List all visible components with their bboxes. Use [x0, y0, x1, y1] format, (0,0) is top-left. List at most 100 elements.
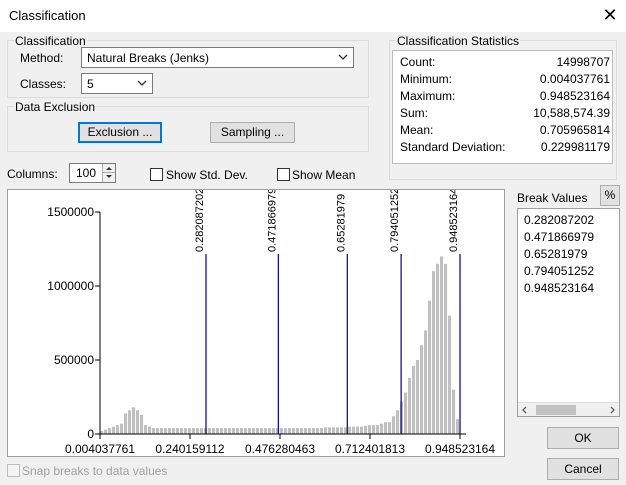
scroll-right-icon[interactable]: [605, 403, 619, 417]
y-tick-label: 500000: [54, 353, 94, 367]
histogram-bar: [248, 428, 252, 434]
x-tick-label: 0.476280463: [245, 442, 315, 456]
histogram-bar: [168, 428, 172, 434]
stat-row-sum: Sum: 10,588,574.39: [400, 106, 610, 122]
break-value-item[interactable]: 0.471866979: [524, 230, 594, 244]
chevron-down-icon: [338, 54, 348, 60]
histogram-bar: [216, 428, 220, 434]
stat-row-count: Count: 14998707: [400, 55, 610, 71]
histogram-bar: [364, 425, 368, 434]
chevron-down-icon: [137, 80, 147, 86]
histogram-bar: [376, 425, 380, 434]
histogram-bar: [116, 425, 120, 434]
break-line-label: 0.794051252: [389, 190, 401, 252]
columns-spinner[interactable]: 100: [69, 163, 116, 183]
histogram-plot[interactable]: 1500000 1000000 500000 0 0.004037761 0.240159…: [7, 189, 505, 457]
histogram-bar: [268, 428, 272, 434]
histogram-bar: [280, 428, 284, 434]
histogram-bar: [224, 428, 228, 434]
break-value-item[interactable]: 0.948523164: [524, 281, 594, 295]
histogram-bar: [304, 428, 308, 434]
histogram-bar: [264, 428, 268, 434]
histogram-bar: [456, 419, 460, 434]
histogram-bar: [424, 330, 428, 434]
scrollbar-thumb[interactable]: [536, 405, 576, 415]
break-values-list[interactable]: 0.282087202 0.471866979 0.65281979 0.794…: [517, 208, 620, 417]
stat-value: 14998707: [556, 55, 610, 69]
histogram-bar: [220, 428, 224, 434]
classes-select[interactable]: 5: [81, 73, 153, 94]
columns-value: 100: [76, 166, 97, 180]
histogram-bar: [284, 428, 288, 434]
histogram-bar: [324, 427, 328, 434]
stat-value: 0.948523164: [539, 89, 610, 103]
method-select[interactable]: Natural Breaks (Jenks): [81, 47, 354, 68]
horizontal-scrollbar[interactable]: [518, 402, 619, 416]
stat-key: Standard Deviation:: [400, 140, 506, 154]
break-value-item[interactable]: 0.282087202: [524, 213, 594, 227]
histogram-bar: [308, 428, 312, 434]
histogram-bar: [404, 392, 408, 434]
title-bar: [0, 0, 626, 32]
stat-key: Maximum:: [400, 89, 456, 103]
histogram-bar: [176, 428, 180, 434]
histogram-bar: [408, 377, 412, 434]
method-value: Natural Breaks (Jenks): [87, 51, 210, 65]
y-tick-label: 0: [87, 427, 94, 441]
histogram-bar: [396, 410, 400, 434]
method-label: Method:: [20, 51, 64, 65]
histogram-bar: [440, 256, 444, 434]
histogram-bar: [144, 425, 148, 434]
histogram-bar: [412, 365, 416, 434]
classification-group-label: Classification: [14, 34, 87, 48]
break-line-label: 0.282087202: [194, 190, 206, 252]
ok-button[interactable]: OK: [547, 427, 619, 449]
show-mean-checkbox[interactable]: [277, 168, 290, 181]
histogram-bar: [172, 428, 176, 434]
x-tick-label: 0.004037761: [65, 442, 135, 456]
sampling-button[interactable]: Sampling ...: [210, 122, 295, 143]
stat-row-std-dev: Standard Deviation: 0.229981179: [400, 140, 610, 156]
spin-up-button[interactable]: [102, 164, 115, 173]
histogram-bar: [120, 423, 124, 434]
histogram-bar: [320, 428, 324, 434]
histogram-bar: [372, 425, 376, 434]
histogram-bar: [196, 428, 200, 434]
histogram-bar: [328, 427, 332, 434]
break-line-label: 0.471866979: [266, 190, 278, 252]
histogram-bar: [108, 428, 112, 434]
cancel-button[interactable]: Cancel: [547, 458, 619, 480]
stat-row-mean: Mean: 0.705965814: [400, 123, 610, 139]
histogram-bar: [188, 428, 192, 434]
break-line-label: 0.948523164: [448, 190, 460, 252]
classes-value: 5: [87, 77, 94, 91]
stat-key: Count:: [400, 55, 436, 69]
scroll-left-icon[interactable]: [518, 403, 532, 417]
close-icon[interactable]: ✕: [600, 4, 620, 26]
histogram-bar: [152, 428, 156, 434]
stat-key: Mean:: [400, 123, 434, 137]
histogram-bar: [340, 427, 344, 434]
histogram-bar: [104, 429, 108, 434]
percent-button[interactable]: %: [600, 185, 620, 206]
histogram-bar: [316, 428, 320, 434]
exclusion-button[interactable]: Exclusion ...: [78, 122, 162, 143]
show-std-dev-checkbox[interactable]: [150, 168, 163, 181]
data-exclusion-group-label: Data Exclusion: [14, 100, 97, 114]
histogram-bar: [272, 428, 276, 434]
stat-key: Minimum:: [400, 72, 453, 86]
histogram-bar: [336, 427, 340, 434]
stat-row-minimum: Minimum: 0.004037761: [400, 72, 610, 88]
break-value-item[interactable]: 0.65281979: [524, 247, 587, 261]
histogram-bar: [300, 428, 304, 434]
spin-down-button[interactable]: [102, 173, 115, 182]
y-tick-label: 1000000: [47, 279, 94, 293]
histogram-bar: [392, 416, 396, 434]
snap-breaks-checkbox[interactable]: [7, 464, 20, 477]
break-value-item[interactable]: 0.794051252: [524, 264, 594, 278]
x-tick-label: 0.712401813: [335, 442, 405, 456]
histogram-bar: [128, 410, 132, 434]
histogram-bar: [232, 428, 236, 434]
window-title: Classification: [9, 8, 86, 23]
histogram-bar: [448, 315, 452, 434]
